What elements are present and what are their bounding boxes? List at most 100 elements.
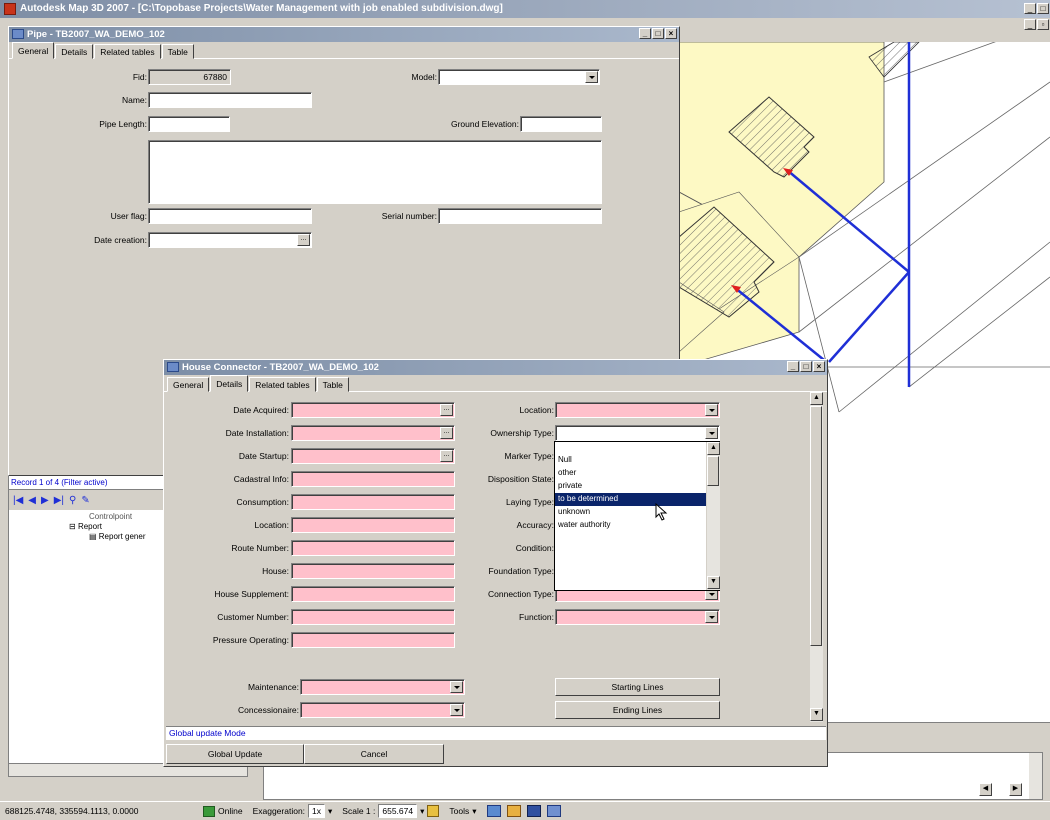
ownership-type-dropdown-list[interactable]: Null other private to be determined unkn…: [554, 441, 720, 591]
record-nav-toolbar: |◀ ◀ ▶ ▶| ⚲ ✎: [9, 490, 177, 510]
last-record-icon[interactable]: ▶|: [54, 495, 64, 506]
prev-record-icon[interactable]: ◀: [28, 495, 36, 506]
cancel-button[interactable]: Cancel: [304, 744, 444, 764]
tree-item-report-gen[interactable]: ▤ Report gener: [9, 531, 177, 541]
starting-lines-button[interactable]: Starting Lines: [555, 678, 720, 696]
record-info: Record 1 of 4 (Filter active): [9, 476, 177, 490]
scroll-left-icon[interactable]: ◀: [979, 783, 992, 796]
chevron-down-icon[interactable]: [450, 681, 463, 693]
autocad-app-icon[interactable]: [4, 3, 16, 15]
dropdown-option-water-authority[interactable]: water authority: [555, 519, 719, 532]
maximize-icon[interactable]: □: [800, 361, 812, 372]
first-record-icon[interactable]: |◀: [13, 495, 23, 506]
tab-details[interactable]: Details: [210, 375, 249, 392]
tab-table[interactable]: Table: [161, 44, 194, 59]
location-field[interactable]: [291, 517, 455, 533]
date-creation-field[interactable]: ...: [148, 232, 312, 248]
form-icon: [167, 362, 179, 372]
scroll-down-icon[interactable]: ▼: [707, 576, 720, 589]
model-select[interactable]: [438, 69, 600, 85]
minimize-icon[interactable]: _: [787, 361, 799, 372]
scroll-thumb[interactable]: [707, 456, 719, 486]
cadastral-info-field[interactable]: [291, 471, 455, 487]
tab-related-tables[interactable]: Related tables: [94, 44, 161, 59]
close-icon[interactable]: ×: [813, 361, 825, 372]
filter-icon[interactable]: ⚲: [69, 495, 76, 506]
layout-icon[interactable]: [506, 805, 521, 817]
concessionaire-select[interactable]: [300, 702, 465, 718]
user-flag-field[interactable]: [148, 208, 312, 224]
maximize-icon[interactable]: □: [652, 28, 664, 39]
scroll-down-icon[interactable]: ▼: [810, 708, 823, 721]
tools-menu[interactable]: Tools ▾: [444, 806, 481, 817]
house-supplement-field[interactable]: [291, 586, 455, 602]
chevron-down-icon[interactable]: ▾: [420, 806, 424, 817]
scroll-up-icon[interactable]: ▲: [810, 392, 823, 405]
chevron-down-icon[interactable]: [705, 427, 718, 439]
route-number-field[interactable]: [291, 540, 455, 556]
date-installation-field[interactable]: ...: [291, 425, 455, 441]
tab-general[interactable]: General: [12, 42, 55, 59]
tree-item[interactable]: Controlpoint: [9, 510, 177, 521]
customer-number-field[interactable]: [291, 609, 455, 625]
consumption-field[interactable]: [291, 494, 455, 510]
scroll-right-icon[interactable]: ▶: [1009, 783, 1022, 796]
tab-details[interactable]: Details: [55, 44, 94, 59]
chevron-down-icon[interactable]: [585, 71, 598, 83]
house-field[interactable]: [291, 563, 455, 579]
chevron-down-icon[interactable]: ▾: [328, 806, 332, 817]
condition-label: Condition:: [515, 543, 554, 553]
function-select[interactable]: [555, 609, 720, 625]
app-window-controls: _ □: [1024, 3, 1049, 14]
date-startup-label: Date Startup:: [238, 451, 289, 461]
minimize-icon[interactable]: _: [639, 28, 651, 39]
exaggeration-select[interactable]: 1x: [308, 804, 326, 818]
scroll-up-icon[interactable]: ▲: [707, 442, 720, 455]
model-icon[interactable]: [486, 805, 501, 817]
chevron-down-icon[interactable]: [705, 404, 718, 416]
name-field[interactable]: [148, 92, 312, 108]
date-acquired-field[interactable]: ...: [291, 402, 455, 418]
scale-input[interactable]: 655.674: [378, 804, 418, 818]
location-select[interactable]: [555, 402, 720, 418]
dropdown-option-other[interactable]: other: [555, 467, 719, 480]
dropdown-option-null[interactable]: Null: [555, 454, 719, 467]
pressure-operating-field[interactable]: [291, 632, 455, 648]
dropdown-option-unknown[interactable]: unknown: [555, 506, 719, 519]
edit-icon[interactable]: ✎: [81, 495, 89, 506]
description-textarea[interactable]: [148, 140, 602, 204]
dropdown-option-private[interactable]: private: [555, 480, 719, 493]
viewport-icon[interactable]: [526, 805, 541, 817]
dropdown-scrollbar[interactable]: ▲ ▼: [706, 442, 720, 590]
date-startup-field[interactable]: ...: [291, 448, 455, 464]
chevron-down-icon[interactable]: [450, 704, 463, 716]
tree-item-report[interactable]: ⊟ Report: [9, 521, 177, 531]
tab-general[interactable]: General: [167, 377, 210, 392]
ground-elevation-field[interactable]: [520, 116, 602, 132]
close-icon[interactable]: ×: [665, 28, 677, 39]
window-icon[interactable]: [546, 805, 561, 817]
doc-restore-icon[interactable]: ▫: [1037, 19, 1049, 30]
date-installation-label: Date Installation:: [225, 428, 289, 438]
global-update-button[interactable]: Global Update: [166, 744, 304, 764]
chevron-down-icon[interactable]: [705, 611, 718, 623]
dropdown-option-to-be-determined[interactable]: to be determined: [555, 493, 706, 506]
form-vscrollbar[interactable]: ▲ ▼: [809, 392, 823, 722]
online-status[interactable]: Online: [198, 805, 248, 817]
scroll-thumb[interactable]: [810, 406, 822, 646]
house-connector-tabs: General Details Related tables Table: [164, 375, 827, 392]
ellipsis-icon[interactable]: ...: [297, 234, 310, 246]
restore-icon[interactable]: □: [1037, 3, 1049, 14]
ownership-type-select[interactable]: [555, 425, 720, 441]
next-record-icon[interactable]: ▶: [41, 495, 49, 506]
doc-minimize-icon[interactable]: _: [1024, 19, 1036, 30]
command-scrollbar[interactable]: [1029, 753, 1042, 799]
tab-related-tables[interactable]: Related tables: [249, 377, 316, 392]
ending-lines-button[interactable]: Ending Lines: [555, 701, 720, 719]
pipe-length-field[interactable]: [148, 116, 230, 132]
serial-number-field[interactable]: [438, 208, 602, 224]
tab-table[interactable]: Table: [316, 377, 349, 392]
minimize-icon[interactable]: _: [1024, 3, 1036, 14]
lock-icon[interactable]: [427, 805, 440, 817]
maintenance-select[interactable]: [300, 679, 465, 695]
